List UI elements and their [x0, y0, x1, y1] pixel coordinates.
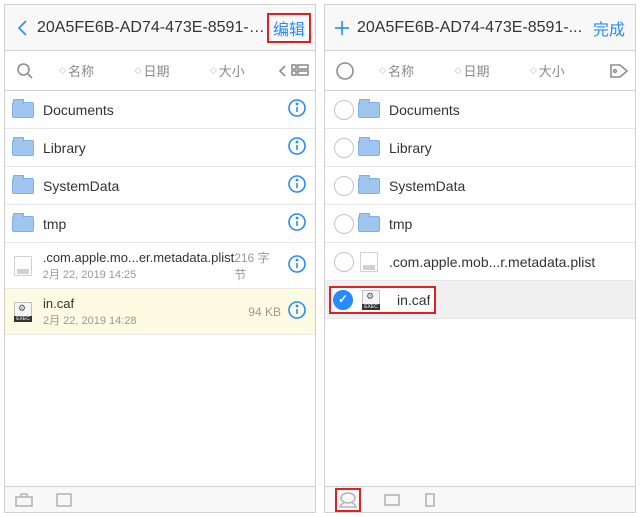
select-radio[interactable] — [331, 214, 357, 234]
item-label: tmp — [389, 216, 627, 232]
list-item[interactable]: SystemData — [325, 167, 635, 205]
done-button[interactable]: 完成 — [587, 14, 631, 42]
folder-icon — [357, 214, 381, 234]
file-icon — [359, 290, 383, 310]
item-size: 94 KB — [248, 305, 281, 319]
tool-icon[interactable] — [55, 493, 73, 507]
info-icon[interactable] — [287, 98, 307, 121]
list-item[interactable]: Library — [5, 129, 315, 167]
folder-icon — [11, 138, 35, 158]
edit-button[interactable]: 编辑 — [267, 13, 311, 43]
folder-title: 20A5FE6B-AD74-473E-8591-D7... — [35, 19, 267, 37]
item-meta: 2月 22, 2019 14:25 — [43, 266, 234, 282]
folder-icon — [357, 176, 381, 196]
list-item-selected[interactable]: in.caf — [325, 281, 635, 319]
bottom-toolbar — [5, 486, 315, 512]
list-item[interactable]: .com.apple.mob...r.metadata.plist — [325, 243, 635, 281]
folder-icon — [11, 214, 35, 234]
folder-icon — [357, 100, 381, 120]
select-radio[interactable] — [331, 252, 357, 272]
item-label: .com.apple.mob...r.metadata.plist — [389, 254, 627, 270]
item-size: 216 字节 — [234, 249, 281, 283]
sort-name[interactable]: ◇名称 — [379, 61, 414, 80]
sort-bar: ◇名称 ◇日期 ◇大小 — [5, 51, 315, 91]
item-label: .com.apple.mo...er.metadata.plist — [43, 250, 234, 265]
select-radio[interactable] — [331, 100, 357, 120]
sort-date[interactable]: ◇日期 — [135, 61, 170, 80]
list-item[interactable]: tmp — [325, 205, 635, 243]
item-label: Documents — [43, 102, 287, 118]
tag-icon[interactable] — [585, 63, 629, 79]
sort-date[interactable]: ◇日期 — [455, 61, 490, 80]
folder-title: 20A5FE6B-AD74-473E-8591-... — [355, 19, 587, 37]
titlebar: 20A5FE6B-AD74-473E-8591-D7... 编辑 — [5, 5, 315, 51]
select-radio[interactable] — [333, 290, 353, 310]
info-icon[interactable] — [287, 174, 307, 197]
info-icon[interactable] — [287, 300, 307, 323]
list-item[interactable]: Library — [325, 129, 635, 167]
folder-icon — [357, 138, 381, 158]
sort-name[interactable]: ◇名称 — [59, 61, 94, 80]
left-pane: 20A5FE6B-AD74-473E-8591-D7... 编辑 ◇名称 ◇日期… — [4, 4, 316, 513]
back-icon[interactable] — [9, 18, 35, 38]
select-radio[interactable] — [331, 138, 357, 158]
folder-icon — [11, 100, 35, 120]
list-item[interactable]: .com.apple.mo...er.metadata.plist 2月 22,… — [5, 243, 315, 289]
titlebar: 20A5FE6B-AD74-473E-8591-... 完成 — [325, 5, 635, 51]
file-icon — [357, 252, 381, 272]
list-item[interactable]: tmp — [5, 205, 315, 243]
sort-bar: ◇名称 ◇日期 ◇大小 — [325, 51, 635, 91]
folder-icon — [11, 176, 35, 196]
item-label: Library — [43, 140, 287, 156]
item-label: in.caf — [397, 292, 430, 308]
sort-size[interactable]: ◇大小 — [210, 61, 245, 80]
search-icon[interactable] — [11, 62, 39, 80]
item-meta: 2月 22, 2019 14:28 — [43, 312, 248, 328]
copy-button-highlight — [335, 488, 361, 512]
copy-icon[interactable] — [338, 491, 358, 509]
tool-icon[interactable] — [383, 493, 401, 507]
right-pane: 20A5FE6B-AD74-473E-8591-... 完成 ◇名称 ◇日期 ◇… — [324, 4, 636, 513]
select-all-icon[interactable] — [331, 61, 359, 81]
tool-icon[interactable] — [423, 492, 437, 508]
item-label: Library — [389, 140, 627, 156]
list-item[interactable]: Documents — [325, 91, 635, 129]
info-icon[interactable] — [287, 254, 307, 277]
sort-size[interactable]: ◇大小 — [530, 61, 565, 80]
view-toggle[interactable] — [265, 64, 309, 78]
bottom-toolbar — [325, 486, 635, 512]
tool-icon[interactable] — [15, 493, 33, 507]
info-icon[interactable] — [287, 136, 307, 159]
item-label: tmp — [43, 216, 287, 232]
item-label: Documents — [389, 102, 627, 118]
file-icon — [11, 302, 35, 322]
item-label: SystemData — [389, 178, 627, 194]
info-icon[interactable] — [287, 212, 307, 235]
list-item[interactable]: SystemData — [5, 167, 315, 205]
add-icon[interactable] — [329, 19, 355, 37]
list-item-selected[interactable]: in.caf 2月 22, 2019 14:28 94 KB — [5, 289, 315, 335]
file-icon — [11, 256, 35, 276]
item-label: SystemData — [43, 178, 287, 194]
select-radio[interactable] — [331, 176, 357, 196]
list-item[interactable]: Documents — [5, 91, 315, 129]
item-label: in.caf — [43, 296, 248, 311]
